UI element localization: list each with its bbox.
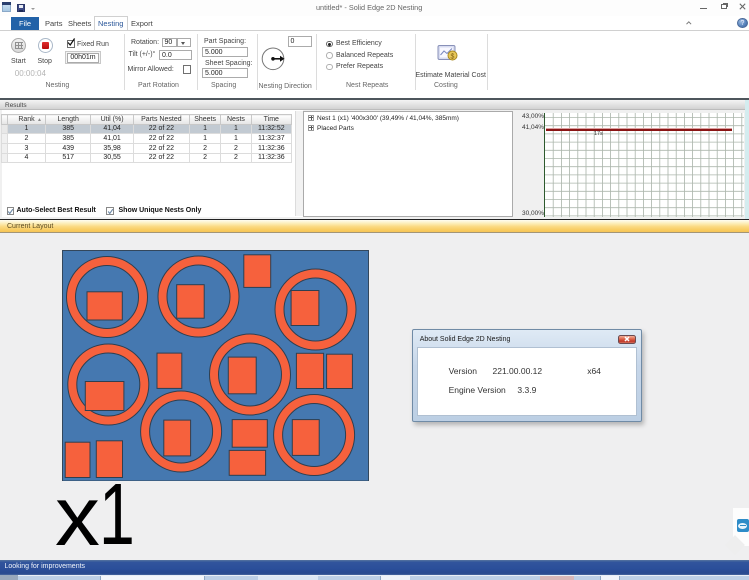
svg-text:$: $	[451, 53, 455, 60]
